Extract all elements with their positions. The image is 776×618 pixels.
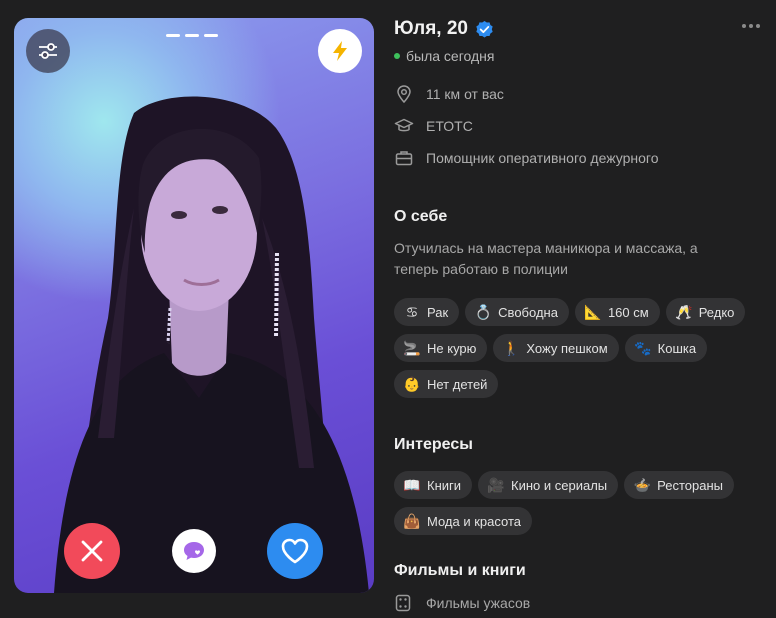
trait-chip-height: 📐 160 см xyxy=(574,298,660,326)
cigarette-icon: 🚬 xyxy=(403,340,421,356)
dislike-button[interactable] xyxy=(64,523,120,579)
progress-segment xyxy=(166,34,180,37)
progress-segment xyxy=(185,34,199,37)
distance-text: 11 км от вас xyxy=(426,86,504,102)
film-camera-icon: 🎥 xyxy=(487,477,505,493)
films-books-item: Фильмы ужасов xyxy=(394,594,530,612)
job-row: Помощник оперативного дежурного xyxy=(394,148,658,168)
chip-label: Не курю xyxy=(427,340,477,356)
zodiac-cancer-icon: ♋ xyxy=(405,304,419,320)
distance-row: 11 км от вас xyxy=(394,84,504,104)
walking-icon: 🚶 xyxy=(502,340,521,356)
trait-chip-relationship: 💍 Свободна xyxy=(465,298,569,326)
baby-icon: 👶 xyxy=(403,376,421,392)
message-button[interactable] xyxy=(172,529,216,573)
interest-chip-fashion: 👜 Мода и красота xyxy=(394,507,532,535)
briefcase-icon xyxy=(395,151,413,166)
chip-label: Рак xyxy=(427,304,449,320)
verified-badge-icon xyxy=(476,20,493,37)
profile-info-panel: Юля, 20 была сегодня 11 км от вас ЕТОТС xyxy=(394,0,774,618)
profile-photo-card[interactable] xyxy=(14,18,374,593)
online-status: была сегодня xyxy=(394,48,494,64)
photo-progress-indicator xyxy=(166,34,218,37)
filters-button[interactable] xyxy=(26,29,70,73)
last-seen-text: была сегодня xyxy=(406,48,495,64)
job-text: Помощник оперативного дежурного xyxy=(426,150,659,166)
close-icon xyxy=(81,540,103,562)
trait-chip-zodiac: ♋ Рак xyxy=(394,298,460,326)
ruler-icon: 📐 xyxy=(584,304,602,320)
education-row: ЕТОТС xyxy=(394,116,473,136)
interests-chip-list: 📖 Книги 🎥 Кино и сериалы 🍲 Рестораны 👜 М… xyxy=(394,471,766,535)
interest-chip-movies: 🎥 Кино и сериалы xyxy=(478,471,619,499)
trait-chip-smoking: 🚬 Не курю xyxy=(394,334,488,362)
chip-label: Рестораны xyxy=(657,477,724,493)
chip-label: Редко xyxy=(698,304,735,320)
boost-button[interactable] xyxy=(318,29,362,73)
chat-heart-icon xyxy=(184,542,204,560)
more-options-icon[interactable] xyxy=(740,18,762,34)
films-books-text: Фильмы ужасов xyxy=(426,595,531,611)
interest-chip-restaurants: 🍲 Рестораны xyxy=(624,471,735,499)
restaurant-icon: 🍲 xyxy=(633,477,651,493)
heart-icon xyxy=(281,538,309,564)
book-icon: 📖 xyxy=(403,477,421,493)
trait-chip-alcohol: 🥂 Редко xyxy=(665,298,746,326)
sliders-icon xyxy=(39,43,57,59)
location-pin-icon xyxy=(397,85,411,104)
trait-chip-transport: 🚶 Хожу пешком xyxy=(493,334,619,362)
ring-icon: 💍 xyxy=(474,304,492,320)
progress-segment xyxy=(204,34,218,37)
about-title: О себе xyxy=(394,208,448,225)
interests-title: Интересы xyxy=(394,436,473,453)
films-books-title: Фильмы и книги xyxy=(394,562,526,579)
chip-label: Кошка xyxy=(657,340,697,356)
interest-chip-books: 📖 Книги xyxy=(394,471,473,499)
chip-label: Кино и сериалы xyxy=(511,477,608,493)
profile-photo xyxy=(54,96,369,593)
handbag-icon: 👜 xyxy=(403,513,421,529)
chip-label: Хожу пешком xyxy=(526,340,608,356)
chip-label: 160 см xyxy=(607,304,649,320)
chip-label: Нет детей xyxy=(427,376,488,392)
education-text: ЕТОТС xyxy=(426,118,473,134)
chip-label: Мода и красота xyxy=(427,513,521,529)
trait-chip-pets: 🐾 Кошка xyxy=(624,334,708,362)
like-button[interactable] xyxy=(267,523,323,579)
chip-label: Свободна xyxy=(498,304,558,320)
champagne-icon: 🥂 xyxy=(674,304,693,320)
name-row: Юля, 20 xyxy=(394,18,494,40)
film-reel-icon xyxy=(395,594,411,612)
online-dot xyxy=(394,53,400,59)
traits-chip-list: ♋ Рак 💍 Свободна 📐 160 см 🥂 Редко 🚬 Не к… xyxy=(394,298,766,398)
trait-chip-children: 👶 Нет детей xyxy=(394,370,499,398)
profile-name: Юля, 20 xyxy=(394,18,468,39)
chip-label: Книги xyxy=(427,477,462,493)
about-text: Отучилась на мастера маникюра и массажа,… xyxy=(394,240,698,277)
lightning-icon xyxy=(333,41,347,61)
paw-icon: 🐾 xyxy=(633,340,652,356)
graduation-cap-icon xyxy=(394,118,414,132)
